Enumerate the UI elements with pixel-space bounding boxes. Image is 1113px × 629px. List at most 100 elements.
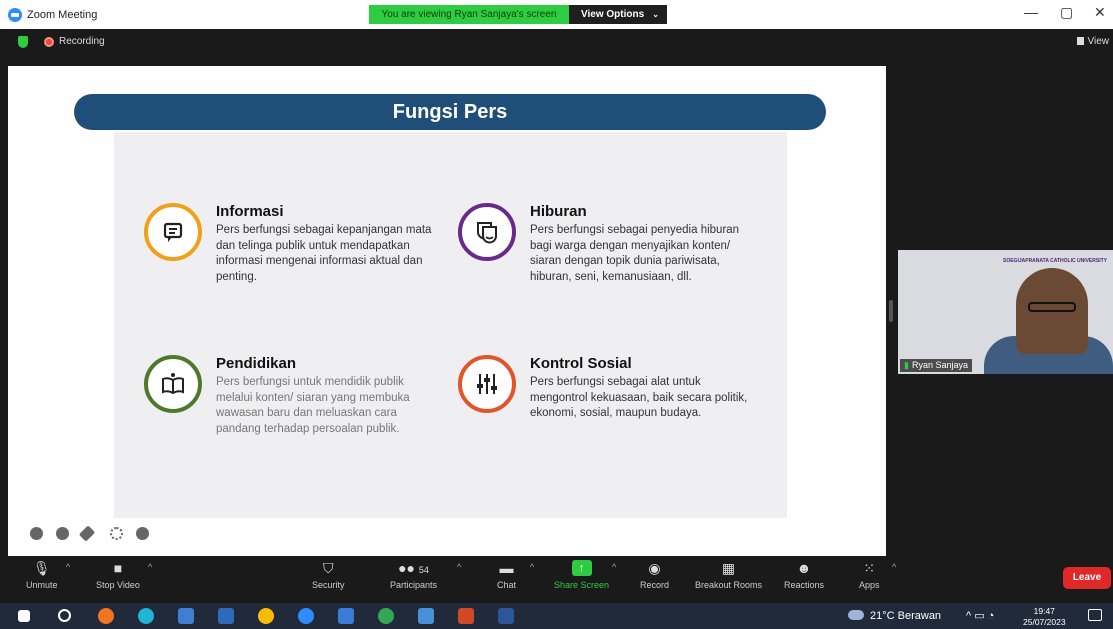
slide-title: Fungsi Pers bbox=[74, 94, 826, 130]
signal-bars-icon: ▮ bbox=[904, 360, 909, 370]
previous-slide-icon[interactable] bbox=[30, 527, 43, 540]
windows-start-icon[interactable] bbox=[18, 610, 30, 622]
recording-label: Recording bbox=[59, 36, 105, 47]
share-caret-icon[interactable]: ^ bbox=[612, 562, 616, 572]
participants-caret-icon[interactable]: ^ bbox=[457, 562, 461, 572]
participant-name: Ryan Sanjaya bbox=[911, 360, 968, 370]
zoom-taskbar-icon[interactable] bbox=[298, 608, 314, 624]
weather-text: 21°C Berawan bbox=[870, 610, 942, 622]
share-screen-label: Share Screen bbox=[554, 580, 610, 590]
photos-icon[interactable] bbox=[418, 608, 434, 624]
participant-name-label: ▮ Ryan Sanjaya bbox=[900, 359, 972, 372]
next-slide-icon[interactable] bbox=[56, 527, 69, 540]
microphone-muted-icon: 🎙 bbox=[32, 560, 51, 576]
slide-item-text: Pers berfungsi sebagai alat untuk mengon… bbox=[530, 376, 748, 419]
tray-icons[interactable]: ^ ▭ ◔ bbox=[966, 609, 994, 622]
clock-time: 19:47 bbox=[1033, 606, 1055, 616]
security-shield-icon: ⛉ bbox=[323, 560, 334, 576]
slide-item-text: Pers berfungsi sebagai penyedia hiburan … bbox=[530, 224, 740, 283]
breakout-rooms-button[interactable]: ▦ Breakout Rooms bbox=[695, 560, 762, 590]
record-icon: ◉ bbox=[648, 560, 661, 576]
word-icon[interactable] bbox=[498, 608, 514, 624]
meeting-toolbar: 🎙 Unmute ^ ■ Stop Video ^ ⛉ Security ●● … bbox=[0, 556, 1113, 600]
calendar-icon[interactable] bbox=[338, 608, 354, 624]
participants-count: 54 bbox=[418, 565, 429, 575]
apps-icon: ⁙ bbox=[863, 560, 876, 576]
unmute-label: Unmute bbox=[26, 580, 58, 590]
slide-item-text: Pers berfungsi untuk mendidik publik mel… bbox=[216, 376, 410, 435]
share-screen-icon: ↑ bbox=[571, 560, 592, 576]
chevron-down-icon: ⌄ bbox=[652, 10, 659, 19]
minimize-button[interactable]: — bbox=[1024, 4, 1038, 20]
view-options-button[interactable]: View Options ⌄ bbox=[569, 5, 667, 24]
record-label: Record bbox=[640, 580, 670, 590]
stop-video-button[interactable]: ■ Stop Video bbox=[96, 560, 140, 590]
weather-cloud-icon bbox=[848, 610, 864, 620]
windows-taskbar: 21°C Berawan ^ ▭ ◔ 19:47 25/07/2023 bbox=[0, 603, 1113, 629]
security-button[interactable]: ⛉ Security bbox=[312, 560, 345, 590]
chat-bubble-icon bbox=[144, 203, 202, 261]
record-button[interactable]: ◉ Record bbox=[640, 560, 669, 590]
view-button[interactable]: View bbox=[1076, 36, 1109, 47]
close-button[interactable]: ✕ bbox=[1094, 4, 1106, 21]
reactions-label: Reactions bbox=[784, 580, 825, 590]
apps-caret-icon[interactable]: ^ bbox=[892, 562, 896, 572]
meeting-status-bar: Recording View bbox=[0, 29, 1113, 55]
leave-button[interactable]: Leave bbox=[1063, 567, 1111, 589]
chat-label: Chat bbox=[497, 580, 517, 590]
audio-options-caret-icon[interactable]: ^ bbox=[66, 562, 70, 572]
university-logo: SOEGIJAPRANATA CATHOLIC UNIVERSITY bbox=[1003, 258, 1107, 264]
edge-icon[interactable] bbox=[138, 608, 154, 624]
theater-masks-icon bbox=[458, 203, 516, 261]
video-camera-icon: ■ bbox=[113, 560, 123, 576]
mail-icon[interactable] bbox=[218, 608, 234, 624]
focus-icon[interactable] bbox=[110, 527, 123, 540]
reactions-button[interactable]: ☻ Reactions bbox=[784, 560, 824, 590]
chat-button[interactable]: ▬ Chat bbox=[497, 560, 516, 590]
encryption-shield-icon[interactable] bbox=[18, 36, 28, 48]
clock-date: 25/07/2023 bbox=[1023, 617, 1066, 627]
zoom-logo-icon bbox=[8, 8, 22, 22]
view-layout-icon bbox=[1076, 37, 1084, 45]
shared-screen-slide: Fungsi Pers Informasi Pers berfungsi seb… bbox=[8, 66, 886, 556]
breakout-rooms-icon: ▦ bbox=[721, 560, 736, 576]
firefox-icon[interactable] bbox=[98, 608, 114, 624]
video-options-caret-icon[interactable]: ^ bbox=[148, 562, 152, 572]
weather-widget[interactable]: 21°C Berawan bbox=[848, 610, 941, 622]
panel-resize-handle[interactable] bbox=[889, 300, 893, 322]
breakout-rooms-label: Breakout Rooms bbox=[695, 580, 763, 590]
chat-caret-icon[interactable]: ^ bbox=[530, 562, 534, 572]
file-explorer-icon[interactable] bbox=[178, 608, 194, 624]
slide-content-panel: Informasi Pers berfungsi sebagai kepanja… bbox=[114, 132, 787, 518]
view-options-label: View Options bbox=[581, 9, 645, 20]
chrome-icon[interactable] bbox=[258, 608, 274, 624]
participants-icon: ●● 54 bbox=[398, 560, 429, 576]
notification-icon[interactable] bbox=[1088, 609, 1102, 621]
taskbar-clock[interactable]: 19:47 25/07/2023 bbox=[1023, 606, 1066, 628]
participants-label: Participants bbox=[390, 580, 438, 590]
more-options-icon[interactable] bbox=[136, 527, 149, 540]
slide-item-title: Hiburan bbox=[530, 203, 587, 220]
apps-button[interactable]: ⁙ Apps bbox=[859, 560, 880, 590]
window-title: Zoom Meeting bbox=[27, 9, 98, 21]
window-titlebar: Zoom Meeting You are viewing Ryan Sanjay… bbox=[0, 0, 1113, 29]
security-label: Security bbox=[312, 580, 345, 590]
participants-button[interactable]: ●● 54 Participants bbox=[390, 560, 437, 590]
sliders-icon bbox=[458, 355, 516, 413]
chat-icon: ▬ bbox=[499, 560, 514, 576]
search-icon[interactable] bbox=[58, 609, 71, 622]
unmute-button[interactable]: 🎙 Unmute bbox=[26, 560, 58, 590]
chrome-profile-icon[interactable] bbox=[378, 608, 394, 624]
slide-item-title: Informasi bbox=[216, 203, 284, 220]
powerpoint-icon[interactable] bbox=[458, 608, 474, 624]
reactions-icon: ☻ bbox=[796, 560, 812, 576]
recording-dot-icon bbox=[44, 37, 54, 47]
slide-item-text: Pers berfungsi sebagai kepanjangan mata … bbox=[216, 224, 432, 283]
viewing-screen-banner: You are viewing Ryan Sanjaya's screen bbox=[369, 5, 569, 24]
slide-item-title: Pendidikan bbox=[216, 355, 297, 372]
participant-video-tile[interactable]: SOEGIJAPRANATA CATHOLIC UNIVERSITY ▮ Ryan… bbox=[898, 250, 1113, 374]
restore-button[interactable]: ▢ bbox=[1060, 4, 1073, 21]
slide-item-title: Kontrol Sosial bbox=[530, 355, 632, 372]
share-screen-button[interactable]: ↑ Share Screen bbox=[554, 560, 609, 590]
pen-icon[interactable] bbox=[78, 525, 96, 542]
